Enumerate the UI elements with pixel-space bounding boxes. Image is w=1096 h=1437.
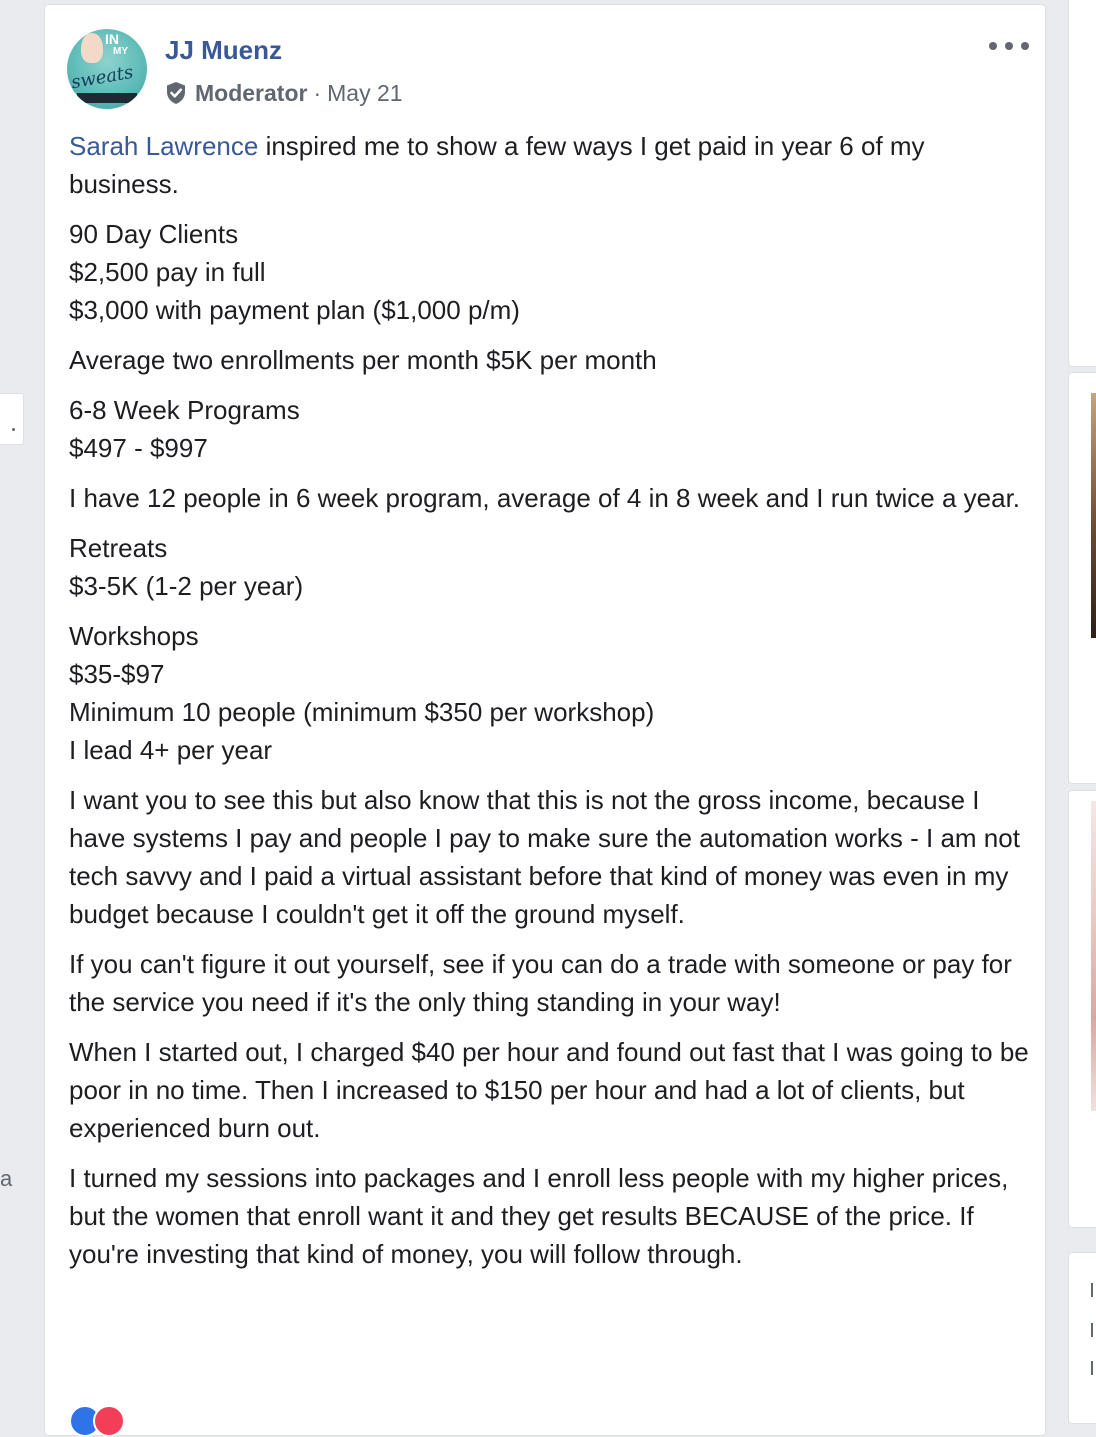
right-column-text-fragment xyxy=(1091,1323,1093,1337)
paragraph-line: $35-$97 xyxy=(69,659,165,689)
right-column-card xyxy=(1068,1252,1096,1424)
avatar-person-shape xyxy=(81,33,103,63)
post-paragraph: Average two enrollments per month $5K pe… xyxy=(69,345,657,375)
avatar-logo-text: MY xyxy=(113,46,128,57)
post-paragraph: Workshops $35-$97 Minimum 10 people (min… xyxy=(69,617,1029,769)
paragraph-line: Minimum 10 people (minimum $350 per work… xyxy=(69,697,655,727)
post-body: Sarah Lawrence inspired me to show a few… xyxy=(69,127,1029,1285)
paragraph-line: Retreats xyxy=(69,533,168,563)
more-dot xyxy=(1021,42,1029,50)
more-dot xyxy=(989,42,997,50)
avatar[interactable]: IN MY sweats xyxy=(67,29,147,109)
post-paragraph: 6-8 Week Programs $497 - $997 xyxy=(69,391,1029,467)
author-role: Moderator xyxy=(195,79,308,106)
paragraph-line: 6-8 Week Programs xyxy=(69,395,300,425)
paragraph-line: I lead 4+ per year xyxy=(69,735,273,765)
right-column-photo[interactable] xyxy=(1091,393,1096,638)
left-column-text-fragment: a xyxy=(0,1166,13,1191)
left-column-dot xyxy=(12,428,15,431)
paragraph-line: $3,000 with payment plan ($1,000 p/m) xyxy=(69,295,520,325)
mention-link[interactable]: Sarah Lawrence xyxy=(69,131,258,161)
right-column-text-fragment xyxy=(1091,1283,1093,1297)
left-column-card-fragment xyxy=(0,393,24,445)
right-column-photo[interactable] xyxy=(1091,801,1096,1111)
avatar-logo-strip xyxy=(77,93,137,103)
moderator-shield-check-icon xyxy=(167,82,185,104)
paragraph-line: 90 Day Clients xyxy=(69,219,239,249)
paragraph-line: $3-5K (1-2 per year) xyxy=(69,571,304,601)
right-column-card xyxy=(1068,790,1096,1228)
right-column-text-fragment xyxy=(1091,1361,1093,1375)
post-paragraph: I want you to see this but also know tha… xyxy=(69,785,1020,929)
more-dot xyxy=(1005,42,1013,50)
paragraph-line: Workshops xyxy=(69,621,199,651)
post-paragraph: Sarah Lawrence inspired me to show a few… xyxy=(69,127,1029,203)
paragraph-line: $2,500 pay in full xyxy=(69,257,266,287)
post-paragraph: I have 12 people in 6 week program, aver… xyxy=(69,483,1021,513)
avatar-logo-text: sweats xyxy=(69,61,135,94)
post-card: IN MY sweats JJ Muenz Moderator · May 21… xyxy=(44,4,1046,1437)
avatar-logo-text: IN xyxy=(105,31,119,47)
right-column-card xyxy=(1068,372,1096,784)
post-meta: Moderator · May 21 xyxy=(165,77,403,109)
author-name[interactable]: JJ Muenz xyxy=(165,35,282,66)
post-paragraph: 90 Day Clients $2,500 pay in full $3,000… xyxy=(69,215,1029,329)
paragraph-line: $497 - $997 xyxy=(69,433,208,463)
post-paragraph: Retreats $3-5K (1-2 per year) xyxy=(69,529,1029,605)
post-date[interactable]: May 21 xyxy=(327,80,402,107)
post-paragraph: If you can't figure it out yourself, see… xyxy=(69,949,1012,1017)
right-column-card xyxy=(1068,0,1096,367)
meta-separator: · xyxy=(313,79,322,106)
post-paragraph: I turned my sessions into packages and I… xyxy=(69,1163,1009,1269)
more-options-icon[interactable] xyxy=(989,35,1029,57)
post-paragraph: When I started out, I charged $40 per ho… xyxy=(69,1037,1029,1143)
